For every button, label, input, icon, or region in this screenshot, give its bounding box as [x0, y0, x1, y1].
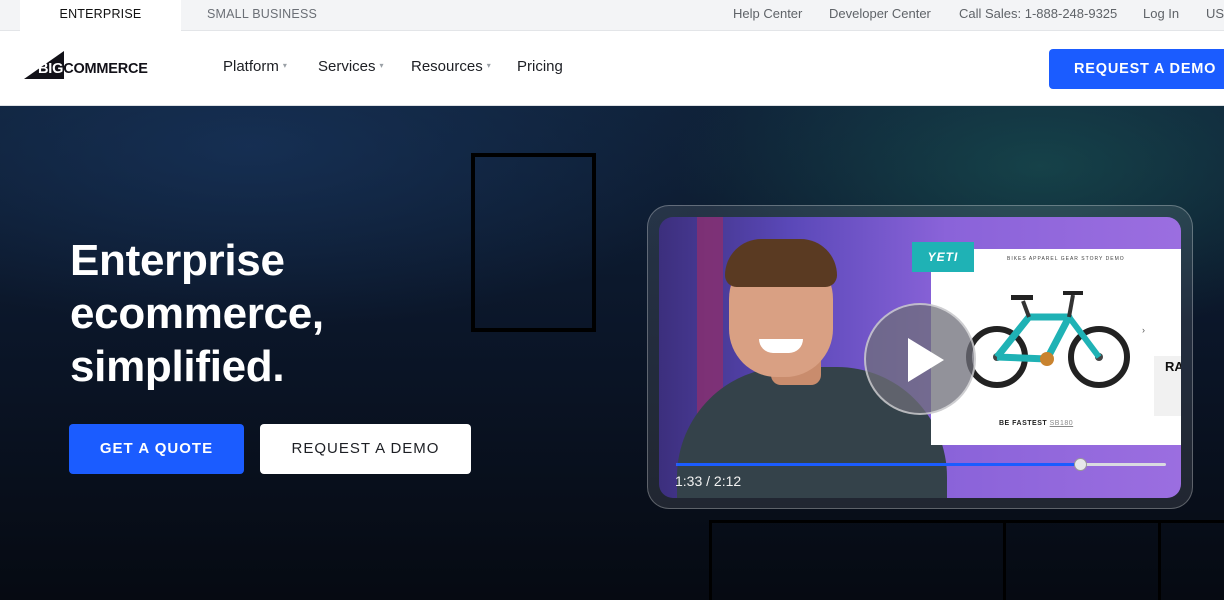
video-progress-knob[interactable]: [1074, 458, 1088, 471]
request-demo-button[interactable]: REQUEST A DEMO: [1049, 49, 1224, 89]
play-icon: [908, 338, 944, 382]
main-nav: BIGCOMMERCE Platform ▾ Services ▾ Resource…: [0, 31, 1224, 106]
hero-request-demo-button[interactable]: REQUEST A DEMO: [260, 424, 471, 474]
hero-section: Enterprise ecommerce, simplified. GET A …: [0, 106, 1224, 600]
logo-wordmark: BIGCOMMERCE: [38, 61, 148, 77]
help-center-link[interactable]: Help Center: [733, 0, 802, 31]
hero-title-line: ecommerce,: [70, 289, 324, 338]
login-link[interactable]: Log In: [1143, 0, 1179, 31]
yeti-logo: YETI: [912, 242, 974, 272]
developer-center-link[interactable]: Developer Center: [829, 0, 931, 31]
storefront-nav: BIKES APPAREL GEAR STORY DEMO: [1007, 256, 1125, 262]
storefront-side-text: RA: [1154, 356, 1181, 416]
region-selector[interactable]: US: [1206, 0, 1224, 31]
video-player[interactable]: YETI BIKES APPAREL GEAR STORY DEMO BE FA…: [659, 217, 1181, 498]
hero-title-line: simplified.: [70, 342, 285, 391]
tab-small-business[interactable]: SMALL BUSINESS: [207, 0, 317, 31]
storefront-caption: BE FASTEST SB180: [999, 420, 1074, 427]
bike-icon: [966, 291, 1130, 388]
video-progress-bar[interactable]: [676, 458, 1166, 471]
tab-enterprise[interactable]: ENTERPRISE: [20, 0, 181, 31]
nav-platform[interactable]: Platform ▾: [223, 58, 287, 75]
decorative-frame: [709, 520, 1006, 600]
hero-title: Enterprise ecommerce, simplified.: [70, 234, 490, 393]
nav-pricing[interactable]: Pricing: [517, 58, 563, 75]
video-progress-fill: [676, 463, 1081, 466]
get-a-quote-button[interactable]: GET A QUOTE: [69, 424, 244, 474]
utility-bar: ENTERPRISE SMALL BUSINESS Help Center De…: [0, 0, 1224, 31]
chevron-right-icon: ›: [1142, 325, 1145, 335]
presenter-hair: [725, 239, 837, 287]
hero-title-line: Enterprise: [70, 236, 285, 285]
video-time: 1:33 / 2:12: [675, 473, 742, 489]
chevron-down-icon: ▾: [379, 61, 384, 70]
chevron-down-icon: ▾: [282, 61, 287, 70]
nav-services[interactable]: Services ▾: [318, 58, 384, 75]
call-sales-link[interactable]: Call Sales: 1-888-248-9325: [959, 0, 1117, 31]
decorative-frame: [1158, 520, 1224, 600]
bigcommerce-logo[interactable]: BIGCOMMERCE: [24, 49, 164, 79]
chevron-down-icon: ▾: [486, 61, 491, 70]
decorative-frame: [1003, 520, 1161, 600]
nav-resources[interactable]: Resources ▾: [411, 58, 491, 75]
video-card: YETI BIKES APPAREL GEAR STORY DEMO BE FA…: [647, 205, 1193, 509]
play-button[interactable]: [864, 303, 976, 415]
video-backdrop-stripe: [697, 217, 723, 417]
